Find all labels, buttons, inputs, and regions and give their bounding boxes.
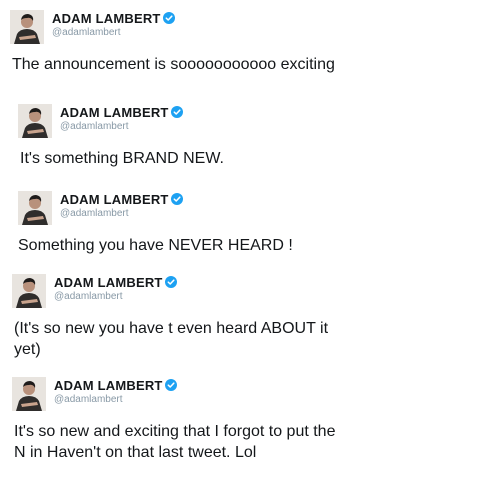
tweet-text-line: It's so new and exciting that I forgot t… <box>14 421 474 442</box>
tweet-header: ADAM LAMBERT @adamlambert <box>12 377 312 413</box>
display-name-text[interactable]: ADAM LAMBERT <box>54 378 163 393</box>
verified-check-icon <box>165 379 177 391</box>
tweet-5: ADAM LAMBERT @adamlambert It's so new an… <box>0 0 480 475</box>
tweet-text-line: N in Haven't on that last tweet. Lol <box>14 442 474 463</box>
display-name[interactable]: ADAM LAMBERT <box>54 378 177 393</box>
tweet-text: It's so new and exciting that I forgot t… <box>14 421 474 463</box>
user-handle[interactable]: @adamlambert <box>54 394 123 405</box>
avatar-photo-icon <box>12 377 46 411</box>
avatar[interactable] <box>12 377 46 411</box>
